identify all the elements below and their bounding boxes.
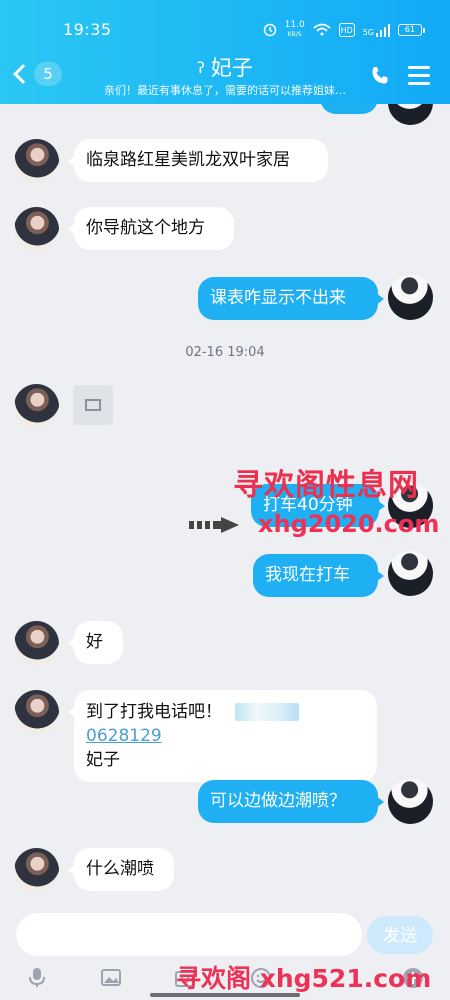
watermark-bottom: 寻欢阁 xhg521.com xyxy=(176,964,432,993)
chat-header: 19:35 11.0 KB/S HD 5G 61 5 ʔ 妃子 亲们！最近有事休… xyxy=(0,0,450,104)
message-text: 我现在打车 xyxy=(265,565,350,585)
signal-icon: 5G xyxy=(362,23,390,37)
ear-icon: ʔ xyxy=(197,59,205,77)
avatar-contact xyxy=(14,207,59,252)
status-time: 19:35 xyxy=(63,20,112,39)
image-message[interactable] xyxy=(73,385,113,425)
hd-badge: HD xyxy=(338,23,355,37)
avatar-contact xyxy=(14,621,59,666)
message-bubble-left[interactable]: 到了打我电话吧！ 0628129 妃子 xyxy=(68,690,377,782)
image-icon xyxy=(85,399,101,411)
image-icon[interactable] xyxy=(100,967,122,989)
message-text: 好 xyxy=(86,632,103,652)
message-text-suffix: 妃子 xyxy=(86,750,120,770)
chat-title-area[interactable]: ʔ 妃子 亲们！最近有事休息了，需要的话可以推荐姐妹… xyxy=(96,56,354,98)
chat-title-row: ʔ 妃子 xyxy=(197,56,253,80)
message-text: 临泉路红星美凯龙双叶家居 xyxy=(86,150,290,170)
avatar-self xyxy=(388,551,433,596)
watermark-middle: xhg2020.com xyxy=(258,510,440,538)
message-text: 什么潮喷 xyxy=(86,859,154,879)
microphone-icon[interactable] xyxy=(26,966,48,988)
timestamp: 02-16 19:04 xyxy=(185,345,265,360)
network-type: 5G xyxy=(362,27,374,37)
message-bubble-left[interactable]: 你导航这个地方 xyxy=(68,207,234,250)
unread-count-badge: 5 xyxy=(34,62,62,86)
network-speed-unit: KB/S xyxy=(287,31,302,38)
avatar-contact xyxy=(14,139,59,184)
message-bubble-right-partial xyxy=(320,104,378,114)
back-button[interactable]: 5 xyxy=(13,62,62,86)
send-button[interactable]: 发送 xyxy=(367,916,433,954)
message-bubble-left[interactable]: 好 xyxy=(68,621,123,664)
chat-status-text: 亲们！最近有事休息了，需要的话可以推荐姐妹… xyxy=(104,84,346,97)
network-speed: 11.0 KB/S xyxy=(285,21,305,39)
message-text: 可以边做边潮喷？ xyxy=(210,791,346,811)
message-text-prefix: 到了打我电话吧！ xyxy=(86,702,222,722)
alarm-icon xyxy=(263,23,276,37)
message-text: 你导航这个地方 xyxy=(86,218,205,238)
avatar-self xyxy=(388,275,433,320)
message-text: 课表咋显示不出来 xyxy=(210,288,346,308)
avatar-self xyxy=(388,779,433,824)
status-bar: 19:35 11.0 KB/S HD 5G 61 xyxy=(0,20,450,44)
message-bubble-left[interactable]: 什么潮喷 xyxy=(68,848,174,891)
status-right-group: 11.0 KB/S HD 5G 61 xyxy=(263,21,425,39)
avatar-contact xyxy=(14,690,59,735)
message-bubble-right[interactable]: 课表咋显示不出来 xyxy=(198,277,384,320)
message-input[interactable] xyxy=(16,913,362,956)
avatar-contact xyxy=(14,384,59,429)
menu-icon[interactable] xyxy=(408,66,430,86)
message-bubble-right[interactable]: 我现在打车 xyxy=(253,554,384,597)
network-speed-value: 11.0 xyxy=(284,20,305,30)
battery-level: 61 xyxy=(404,25,416,34)
home-indicator xyxy=(150,993,300,997)
avatar-contact xyxy=(14,848,59,893)
arrow-icon xyxy=(189,517,239,533)
message-bubble-left[interactable]: 临泉路红星美凯龙双叶家居 xyxy=(68,139,328,182)
phone-number-link[interactable]: 0628129 xyxy=(86,726,162,746)
message-list[interactable]: 临泉路红星美凯龙双叶家居 你导航这个地方 课表咋显示不出来 02-16 19:0… xyxy=(0,104,450,914)
watermark-top: 寻欢阁性息网 xyxy=(233,468,419,503)
chat-nav: 5 ʔ 妃子 亲们！最近有事休息了，需要的话可以推荐姐妹… xyxy=(0,55,450,99)
wifi-icon xyxy=(313,23,331,36)
phone-icon[interactable] xyxy=(368,64,392,88)
chevron-left-icon xyxy=(13,64,33,84)
redaction-overlay xyxy=(235,703,300,721)
chat-title: 妃子 xyxy=(210,56,253,80)
message-bubble-right[interactable]: 可以边做边潮喷？ xyxy=(198,780,384,823)
avatar-self xyxy=(388,104,433,125)
battery-icon: 61 xyxy=(398,24,425,36)
